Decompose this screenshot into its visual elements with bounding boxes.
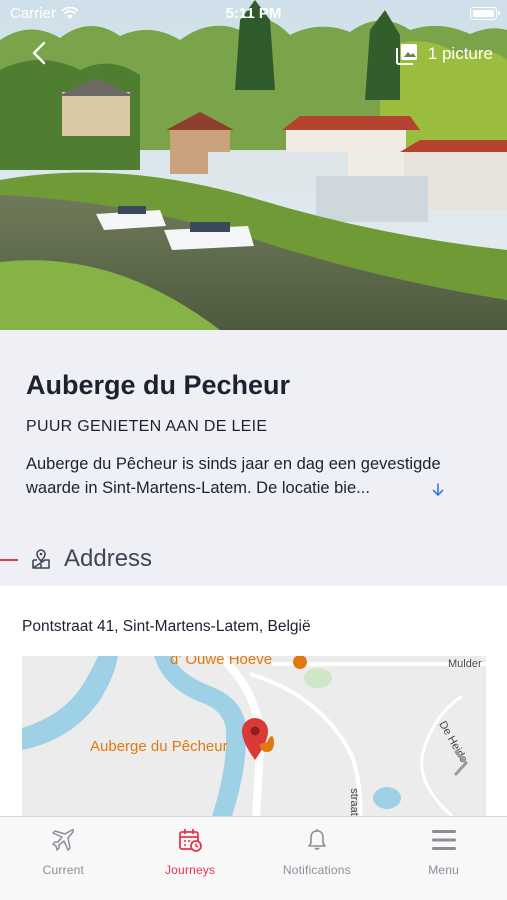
- bell-icon: [308, 829, 326, 850]
- expand-description-icon[interactable]: [430, 482, 446, 498]
- tab-label: Menu: [428, 863, 460, 877]
- description-line: waarde in Sint-Martens-Latem. De locatie…: [26, 479, 370, 497]
- tab-bar: Current Journeys Notifications Menu: [0, 816, 507, 900]
- airplane-icon: [52, 829, 75, 851]
- map-road-label: straat: [347, 788, 360, 816]
- tab-journeys[interactable]: Journeys: [127, 817, 254, 900]
- map-poi-label[interactable]: Auberge du Pêcheur: [90, 738, 228, 755]
- place-info: Auberge du Pecheur PUUR GENIETEN AAN DE …: [0, 330, 507, 586]
- tab-label: Current: [42, 863, 85, 877]
- calendar-icon: [179, 829, 203, 852]
- pictures-button[interactable]: 1 picture: [395, 42, 493, 66]
- tab-label: Journeys: [164, 863, 216, 877]
- back-button[interactable]: [24, 38, 54, 68]
- map-road-label: Mulder: [448, 658, 482, 670]
- section-marker: [0, 559, 18, 561]
- tab-label: Notifications: [282, 863, 351, 877]
- tab-notifications[interactable]: Notifications: [254, 817, 381, 900]
- hamburger-icon: [431, 830, 456, 850]
- status-bar: Carrier 5:11 PM: [0, 0, 507, 28]
- tab-menu[interactable]: Menu: [380, 817, 507, 900]
- description-line: Auberge du Pêcheur is sinds jaar en dag …: [26, 455, 441, 473]
- map-poi-top-label[interactable]: d' Ouwe Hoeve: [170, 656, 272, 668]
- pictures-count: 1 picture: [427, 44, 493, 63]
- address-section-title: Address: [64, 545, 153, 572]
- battery-icon: [470, 7, 500, 20]
- location-map[interactable]: Auberge du Pêcheur d' Ouwe Hoeve Mulder …: [22, 656, 486, 816]
- location-map-icon: [32, 549, 50, 569]
- place-title: Auberge du Pecheur: [26, 370, 291, 400]
- chevron-right-icon[interactable]: [450, 748, 472, 778]
- place-subtitle: PUUR GENIETEN AAN DE LEIE: [26, 418, 268, 435]
- status-time: 5:11 PM: [225, 5, 282, 22]
- address-text[interactable]: Pontstraat 41, Sint-Martens-Latem, Belgi…: [22, 618, 311, 636]
- back-arrow-icon: [32, 41, 46, 65]
- place-description[interactable]: Auberge du Pêcheur is sinds jaar en dag …: [26, 452, 496, 500]
- hero-image[interactable]: Carrier 5:11 PM 1 picture: [0, 0, 507, 330]
- gallery-icon: [395, 44, 417, 65]
- tab-current[interactable]: Current: [0, 817, 127, 900]
